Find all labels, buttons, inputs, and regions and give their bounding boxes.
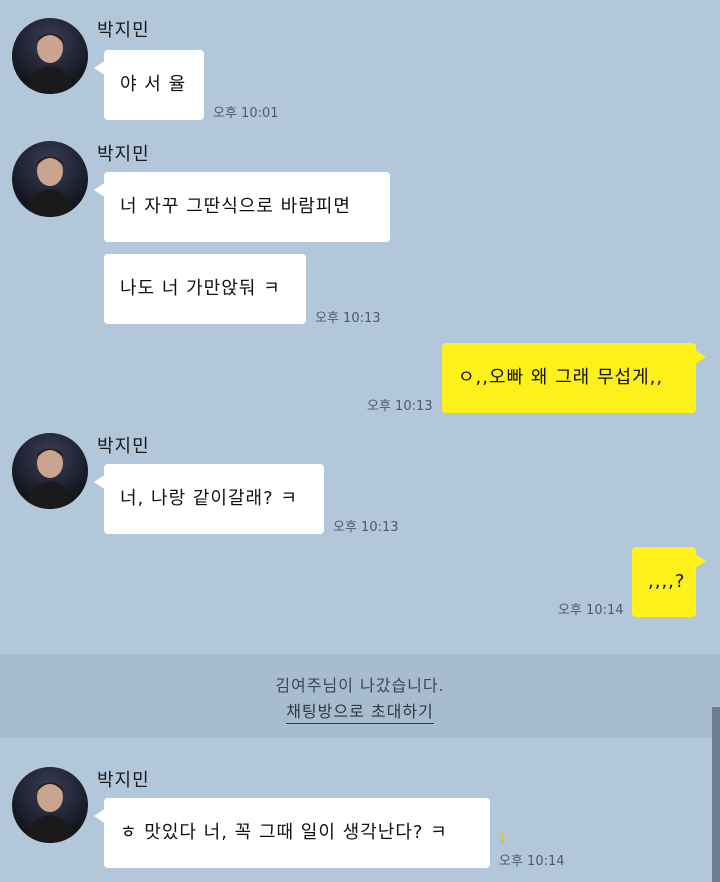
avatar[interactable] [12, 18, 88, 94]
avatar[interactable] [12, 141, 88, 217]
avatar[interactable] [12, 433, 88, 509]
sender-name: 박지민 [97, 436, 150, 457]
profile-photo [26, 33, 74, 94]
message-text: 너, 나랑 같이갈래? ㅋ [120, 488, 298, 509]
message-bubble[interactable]: 나도 너 가만앉둬 ㅋ [104, 254, 306, 324]
message-time: 오후 10:13 [367, 399, 433, 414]
message-text: 너 자꾸 그딴식으로 바람피면 [120, 196, 351, 217]
profile-photo [26, 448, 74, 509]
my-message-bubble[interactable]: ㅇ,,오빠 왜 그래 무섭게,, [442, 343, 706, 413]
message-text: 나도 너 가만앉둬 ㅋ [120, 278, 281, 299]
notice-text: 김여주님이 나갔습니다. [275, 676, 445, 695]
system-notice [0, 654, 720, 738]
invite-link[interactable]: 채팅방으로 초대하기 [0, 698, 720, 724]
message-bubble[interactable]: 너 자꾸 그딴식으로 바람피면 [94, 172, 390, 242]
message-time: 오후 10:13 [333, 520, 399, 535]
message-bubble[interactable]: 야 서 율 [94, 50, 204, 120]
message-text: ㅎ 맛있다 너, 꼭 그때 일이 생각난다? ㅋ [120, 822, 448, 843]
my-message-bubble[interactable]: ,,,,? [632, 547, 706, 617]
invite-link-label[interactable]: 채팅방으로 초대하기 [286, 702, 434, 724]
unread-count: 1 [499, 832, 506, 845]
profile-photo [26, 156, 74, 217]
message-text: ,,,,? [648, 571, 686, 592]
sender-name: 박지민 [97, 770, 150, 791]
scrollbar[interactable] [712, 707, 720, 882]
message-time: 오후 10:14 [558, 603, 624, 618]
message-bubble[interactable]: ㅎ 맛있다 너, 꼭 그때 일이 생각난다? ㅋ [94, 798, 490, 868]
message-bubble[interactable]: 너, 나랑 같이갈래? ㅋ [94, 464, 324, 534]
sender-name: 박지민 [97, 20, 150, 41]
sender-name: 박지민 [97, 144, 150, 165]
message-text: 야 서 율 [120, 74, 187, 95]
profile-photo [26, 782, 74, 843]
message-text: ㅇ,,오빠 왜 그래 무섭게,, [458, 367, 664, 388]
message-time: 오후 10:14 [499, 854, 565, 869]
avatar[interactable] [12, 767, 88, 843]
message-time: 오후 10:13 [315, 311, 381, 326]
message-time: 오후 10:01 [213, 106, 279, 121]
